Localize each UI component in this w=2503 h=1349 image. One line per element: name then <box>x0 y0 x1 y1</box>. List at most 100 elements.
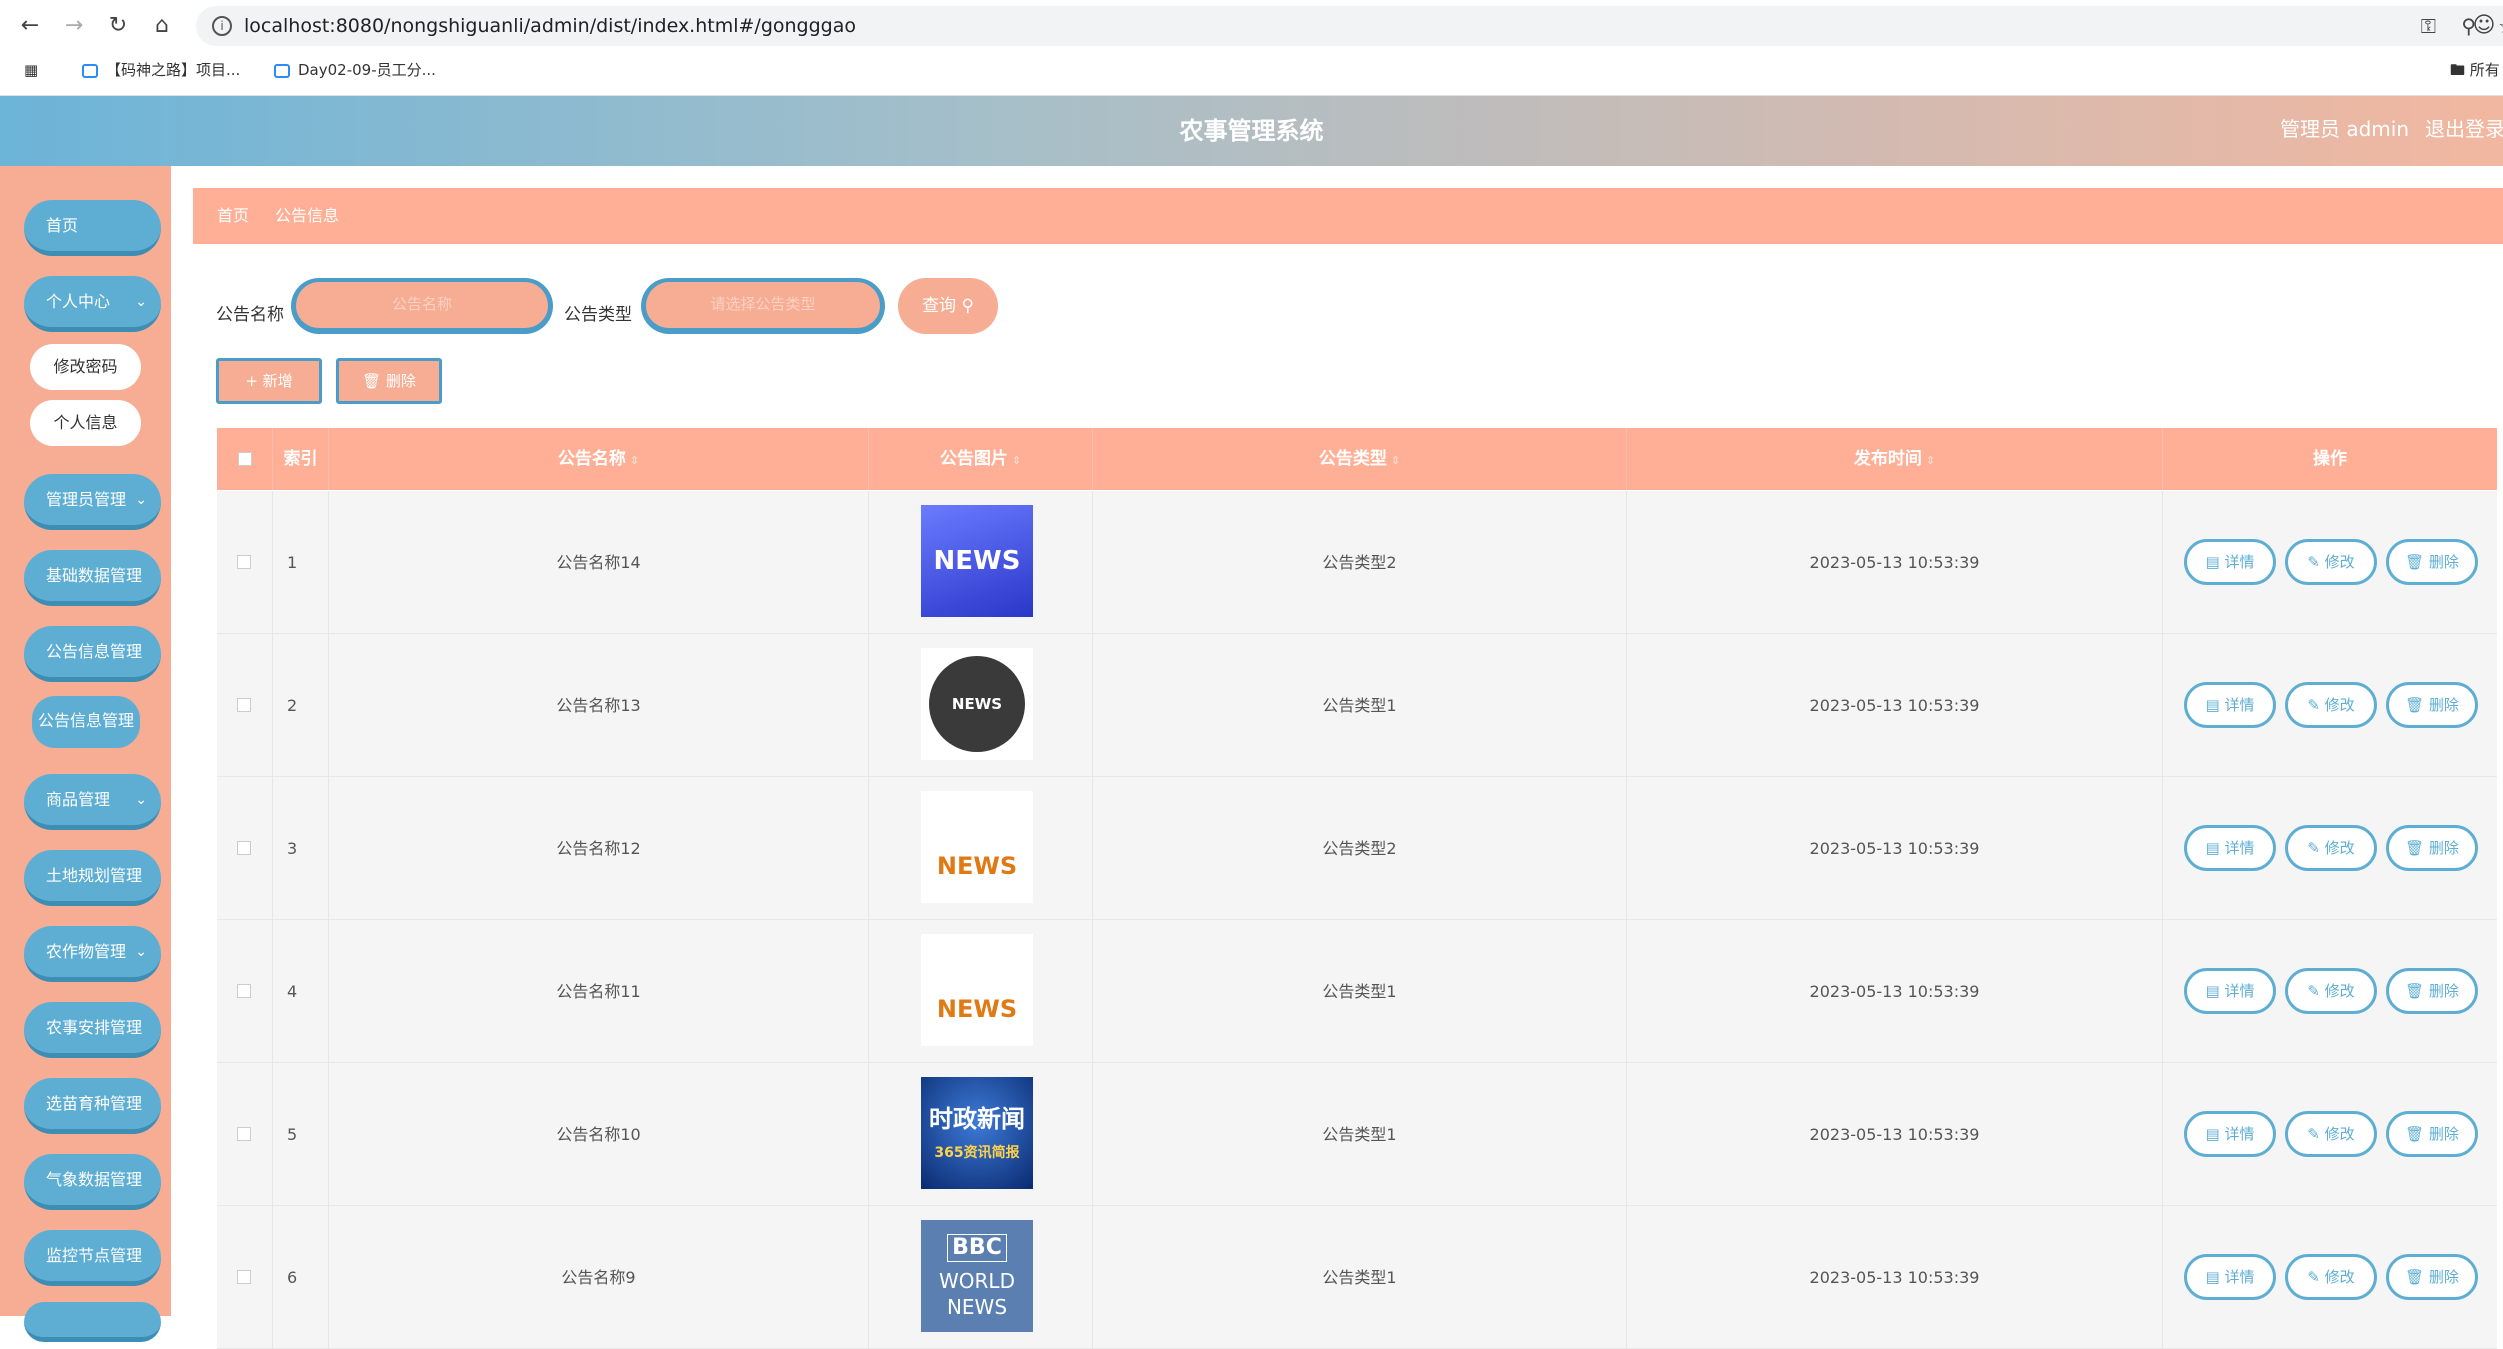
notice-name-input[interactable]: 公告名称 <box>291 278 553 334</box>
row-name: 公告名称14 <box>329 491 869 634</box>
logout-link[interactable]: 退出登录 <box>2425 96 2503 162</box>
edit-button[interactable]: ✎ 修改 <box>2285 682 2377 728</box>
detail-button[interactable]: ▤ 详情 <box>2184 1111 2276 1157</box>
site-info-icon[interactable]: i <box>212 16 232 36</box>
query-button[interactable]: 查询 ⚲ <box>898 278 998 334</box>
table-row: 6 公告名称9 BBC WORLD NEWS 公告类型1 2023-05-13 10:53… <box>217 1206 2497 1349</box>
header-image[interactable]: 公告图片 ⇕ <box>869 428 1093 490</box>
row-checkbox[interactable] <box>237 841 251 855</box>
sidebar-item-basic-data[interactable]: 基础数据管理 <box>24 550 161 606</box>
sort-icon[interactable]: ⇕ <box>1391 454 1400 467</box>
detail-button[interactable]: ▤ 详情 <box>2184 825 2276 871</box>
delete-button[interactable]: 🗑 删除 <box>2386 968 2478 1014</box>
bookmark-1[interactable]: 【码神之路】项目... <box>82 58 240 82</box>
sidebar-item-more[interactable] <box>24 1302 161 1342</box>
address-bar[interactable]: i localhost:8080/nongshiguanli/admin/dis… <box>196 6 2503 46</box>
sidebar-subitem-notice-management[interactable]: 公告信息管理 <box>32 696 140 748</box>
document-icon: ▤ <box>2205 839 2220 857</box>
profile-icon[interactable]: ☺ <box>2470 12 2498 40</box>
header-name[interactable]: 公告名称 ⇕ <box>329 428 869 490</box>
sidebar-item-goods[interactable]: 商品管理 ⌄ <box>24 774 161 830</box>
sidebar: 首页 个人中心 ⌄ 修改密码 个人信息 管理员管理 ⌄ 基础数据管理 公告信息管理 … <box>0 166 171 1342</box>
sidebar-item-monitor-nodes[interactable]: 监控节点管理 <box>24 1230 161 1286</box>
delete-button[interactable]: 🗑 删除 <box>2386 682 2478 728</box>
notice-image: BBC WORLD NEWS <box>921 1220 1033 1332</box>
row-type: 公告类型2 <box>1093 777 1627 920</box>
apps-grid-icon[interactable]: ▦ <box>24 58 38 82</box>
header-type[interactable]: 公告类型 ⇕ <box>1093 428 1627 490</box>
all-bookmarks[interactable]: 🖿 所有 <box>2450 58 2500 82</box>
sidebar-subitem-change-password[interactable]: 修改密码 <box>30 344 141 390</box>
trash-icon: 🗑 <box>2405 1125 2425 1143</box>
user-name: 管理员 admin <box>2279 117 2409 141</box>
sidebar-item-land-planning[interactable]: 土地规划管理 <box>24 850 161 906</box>
row-checkbox[interactable] <box>237 984 251 998</box>
sidebar-item-weather[interactable]: 气象数据管理 <box>24 1154 161 1210</box>
sort-icon[interactable]: ⇕ <box>1012 454 1021 467</box>
sidebar-item-crops[interactable]: 农作物管理 ⌄ <box>24 926 161 982</box>
search-icon: ⚲ <box>961 296 974 316</box>
sort-icon[interactable]: ⇕ <box>630 454 639 467</box>
trash-icon: 🗑 <box>2405 1268 2425 1286</box>
sidebar-item-personal-center[interactable]: 个人中心 ⌄ <box>24 276 161 332</box>
detail-button[interactable]: ▤ 详情 <box>2184 682 2276 728</box>
row-type: 公告类型1 <box>1093 1063 1627 1206</box>
pencil-icon: ✎ <box>2307 1125 2320 1143</box>
row-time: 2023-05-13 10:53:39 <box>1627 777 2163 920</box>
delete-button[interactable]: 🗑 删除 <box>2386 825 2478 871</box>
row-checkbox[interactable] <box>237 555 251 569</box>
row-time: 2023-05-13 10:53:39 <box>1627 634 2163 777</box>
delete-button[interactable]: 🗑 删除 <box>2386 539 2478 585</box>
edit-button[interactable]: ✎ 修改 <box>2285 968 2377 1014</box>
sort-icon[interactable]: ⇕ <box>1926 454 1935 467</box>
plus-icon: + <box>245 372 258 390</box>
sidebar-subitem-personal-info[interactable]: 个人信息 <box>30 400 141 446</box>
sidebar-item-admin-management[interactable]: 管理员管理 ⌄ <box>24 474 161 530</box>
edit-button[interactable]: ✎ 修改 <box>2285 1254 2377 1300</box>
header-checkbox-cell <box>217 428 273 490</box>
app-header: 农事管理系统 管理员 admin 退出登录 <box>0 96 2503 166</box>
edit-button[interactable]: ✎ 修改 <box>2285 1111 2377 1157</box>
edit-button[interactable]: ✎ 修改 <box>2285 825 2377 871</box>
notice-type-select[interactable]: 请选择公告类型 <box>641 278 885 334</box>
document-icon: ▤ <box>2205 553 2220 571</box>
breadcrumb-home[interactable]: 首页 <box>217 188 249 244</box>
detail-button[interactable]: ▤ 详情 <box>2184 968 2276 1014</box>
sidebar-item-notice-management[interactable]: 公告信息管理 <box>24 626 161 682</box>
bookmark-star-icon[interactable]: ☆ <box>2498 14 2503 38</box>
url-text[interactable]: localhost:8080/nongshiguanli/admin/dist/… <box>244 6 856 46</box>
row-checkbox-cell <box>217 1206 273 1349</box>
row-name: 公告名称12 <box>329 777 869 920</box>
add-button[interactable]: + 新增 <box>216 358 322 404</box>
chevron-down-icon: ⌄ <box>135 944 147 960</box>
row-index: 5 <box>273 1063 329 1206</box>
row-index: 1 <box>273 491 329 634</box>
header-time[interactable]: 发布时间 ⇕ <box>1627 428 2163 490</box>
home-icon[interactable]: ⌂ <box>148 12 176 40</box>
sidebar-item-breeding[interactable]: 选苗育种管理 <box>24 1078 161 1134</box>
back-icon[interactable]: ← <box>16 12 44 40</box>
password-key-icon[interactable]: ⚿ <box>2421 14 2436 38</box>
document-icon: ▤ <box>2205 982 2220 1000</box>
detail-button[interactable]: ▤ 详情 <box>2184 539 2276 585</box>
bookmark-2[interactable]: Day02-09-员工分... <box>274 58 436 82</box>
delete-button[interactable]: 🗑 删除 <box>2386 1111 2478 1157</box>
notice-image: NEWS <box>921 791 1033 903</box>
reload-icon[interactable]: ↻ <box>104 12 132 40</box>
sidebar-item-home[interactable]: 首页 <box>24 200 161 256</box>
edit-button[interactable]: ✎ 修改 <box>2285 539 2377 585</box>
row-checkbox[interactable] <box>237 1127 251 1141</box>
select-all-checkbox[interactable] <box>238 452 252 466</box>
table-row: 3 公告名称12 NEWS 公告类型2 2023-05-13 10:53:39 ▤ 详情 ✎… <box>217 777 2497 920</box>
row-checkbox-cell <box>217 634 273 777</box>
sidebar-item-farm-schedule[interactable]: 农事安排管理 <box>24 1002 161 1058</box>
row-type: 公告类型1 <box>1093 920 1627 1063</box>
detail-button[interactable]: ▤ 详情 <box>2184 1254 2276 1300</box>
batch-delete-button[interactable]: 🗑 删除 <box>336 358 442 404</box>
delete-button[interactable]: 🗑 删除 <box>2386 1254 2478 1300</box>
forward-icon[interactable]: → <box>60 12 88 40</box>
notice-image: NEWS <box>921 648 1033 760</box>
row-checkbox[interactable] <box>237 698 251 712</box>
table-row: 5 公告名称10 时政新闻 365资讯简报 公告类型1 2023-05-13 10:53:… <box>217 1063 2497 1206</box>
row-checkbox[interactable] <box>237 1270 251 1284</box>
